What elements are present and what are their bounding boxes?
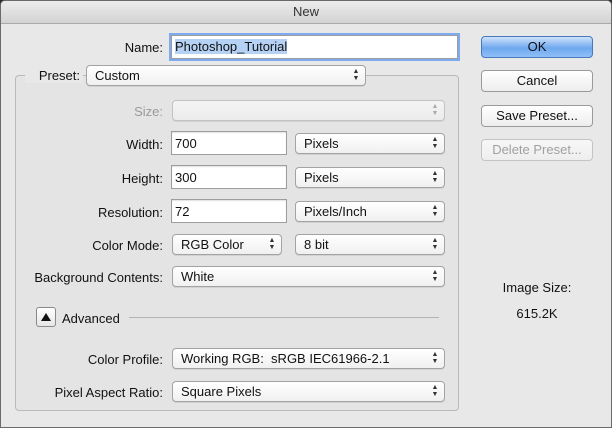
updown-arrows-icon: ▲ ▼	[431, 269, 439, 283]
bit-depth-select[interactable]: 8 bit ▲ ▼	[295, 234, 445, 255]
color-mode-select[interactable]: RGB Color ▲ ▼	[172, 234, 282, 255]
pixel-aspect-value: Square Pixels	[181, 384, 262, 399]
width-label: Width:	[126, 137, 163, 152]
width-unit-value: Pixels	[304, 136, 339, 151]
image-size-value: 615.2K	[516, 306, 558, 321]
updown-arrows-icon: ▲ ▼	[431, 237, 439, 251]
new-document-dialog: New Name: Photoshop_Tutorial Preset: Cus…	[0, 0, 612, 428]
name-label: Name:	[124, 40, 163, 55]
color-profile-select[interactable]: Working RGB: sRGB IEC61966-2.1 ▲ ▼	[172, 348, 445, 369]
advanced-disclosure-button[interactable]	[36, 307, 56, 327]
pixel-aspect-select[interactable]: Square Pixels ▲ ▼	[172, 381, 445, 402]
width-unit-select[interactable]: Pixels ▲ ▼	[295, 133, 445, 154]
height-unit-value: Pixels	[304, 170, 339, 185]
updown-arrows-icon: ▲ ▼	[431, 351, 439, 365]
color-mode-value: RGB Color	[181, 237, 244, 252]
updown-arrows-icon: ▲ ▼	[431, 384, 439, 398]
background-contents-select[interactable]: White ▲ ▼	[172, 266, 445, 287]
size-label: Size:	[134, 104, 163, 119]
pixel-aspect-label: Pixel Aspect Ratio:	[54, 385, 163, 400]
updown-arrows-icon: ▲ ▼	[431, 204, 439, 218]
resolution-label: Resolution:	[97, 205, 163, 220]
updown-arrows-icon: ▲ ▼	[431, 103, 439, 117]
ok-button[interactable]: OK	[481, 36, 593, 58]
preset-select-value: Custom	[95, 68, 140, 83]
width-input[interactable]	[171, 131, 287, 155]
advanced-divider	[129, 317, 439, 318]
updown-arrows-icon: ▲ ▼	[431, 136, 439, 150]
name-input-value: Photoshop_Tutorial	[175, 39, 288, 54]
advanced-label: Advanced	[62, 311, 120, 326]
resolution-unit-select[interactable]: Pixels/Inch ▲ ▼	[295, 201, 445, 222]
image-size-label: Image Size:	[502, 280, 572, 295]
updown-arrows-icon: ▲ ▼	[268, 237, 276, 251]
updown-arrows-icon: ▲ ▼	[352, 68, 360, 82]
height-unit-select[interactable]: Pixels ▲ ▼	[295, 167, 445, 188]
preset-select[interactable]: Custom ▲ ▼	[86, 65, 366, 86]
bit-depth-value: 8 bit	[304, 237, 329, 252]
updown-arrows-icon: ▲ ▼	[431, 170, 439, 184]
save-preset-button[interactable]: Save Preset...	[481, 105, 593, 127]
preset-label: Preset:	[25, 68, 83, 83]
resolution-unit-value: Pixels/Inch	[304, 204, 367, 219]
resolution-input[interactable]	[171, 199, 287, 223]
color-profile-label: Color Profile:	[87, 352, 163, 367]
window-title: New	[1, 1, 611, 24]
size-select[interactable]: ▲ ▼	[172, 100, 445, 121]
background-contents-value: White	[181, 269, 215, 284]
cancel-button[interactable]: Cancel	[481, 70, 593, 92]
color-profile-value: Working RGB: sRGB IEC61966-2.1	[181, 351, 390, 366]
background-contents-label: Background Contents:	[34, 270, 163, 285]
height-label: Height:	[121, 171, 163, 186]
delete-preset-button[interactable]: Delete Preset...	[481, 139, 593, 161]
triangle-up-icon	[41, 313, 51, 321]
height-input[interactable]	[171, 165, 287, 189]
name-input[interactable]: Photoshop_Tutorial	[171, 35, 458, 59]
color-mode-label: Color Mode:	[92, 238, 163, 253]
